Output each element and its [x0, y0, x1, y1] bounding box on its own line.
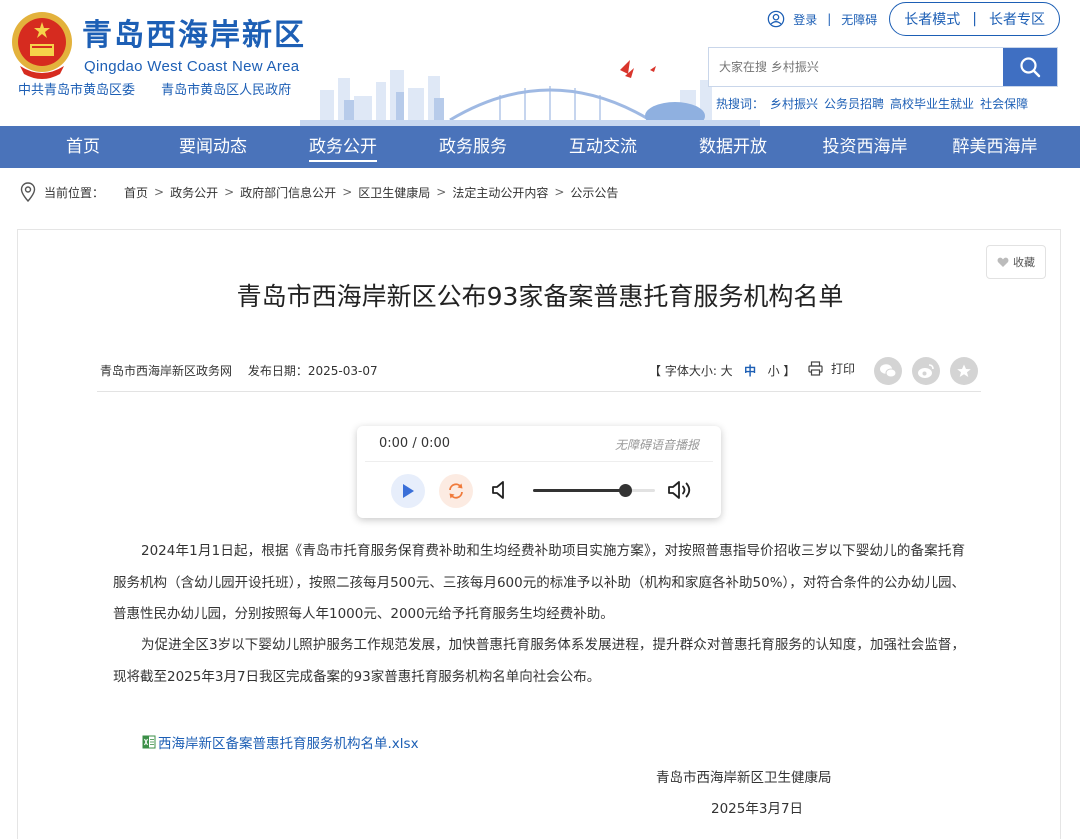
login-link[interactable]: 登录: [793, 11, 817, 28]
chevron-right-icon: >: [224, 185, 235, 199]
refresh-icon: [449, 483, 463, 499]
nav-item-scenery[interactable]: 醉美西海岸: [936, 126, 1054, 168]
font-size-large[interactable]: 【 字体大小: 大: [649, 364, 733, 378]
volume-slider-fill: [533, 489, 625, 492]
hot-search-label: 热搜词：: [716, 97, 765, 111]
nav-item-home[interactable]: 首页: [28, 126, 138, 168]
divider: [365, 461, 713, 462]
divider: [97, 391, 981, 392]
search-icon: [1020, 57, 1041, 78]
hot-word[interactable]: 社会保障: [980, 97, 1028, 111]
signature-org: 青岛市西海岸新区卫生健康局: [656, 770, 832, 786]
attachment-filename: 西海岸新区备案普惠托育服务机构名单.xlsx: [158, 736, 419, 752]
printer-icon: [808, 361, 823, 376]
site-title: 青岛西海岸新区: [82, 18, 306, 53]
elder-mode-button[interactable]: 长者模式: [904, 9, 960, 29]
breadcrumb-item[interactable]: 公示公告: [570, 184, 618, 201]
speaker-mute-icon[interactable]: [491, 479, 509, 501]
nav-item-interaction[interactable]: 互动交流: [548, 126, 658, 168]
accessibility-link[interactable]: 无障碍: [841, 11, 877, 28]
link-district-government[interactable]: 青岛市黄岛区人民政府: [161, 83, 291, 98]
site-subtitle: Qingdao West Coast New Area: [84, 58, 300, 75]
nav-label: 互动交流: [569, 137, 637, 157]
breadcrumb-label: 当前位置：: [44, 185, 105, 200]
play-button[interactable]: [391, 474, 425, 508]
font-size-small[interactable]: 小 】: [768, 364, 796, 378]
article-paragraph: 2024年1月1日起，根据《青岛市托育服务保育费补助和生均经费补助项目实施方案》…: [113, 543, 965, 622]
main-nav: 首页 要闻动态 政务公开 政务服务 互动交流 数据开放 投资西海岸 醉美西海岸: [0, 126, 1080, 168]
nav-label: 醉美西海岸: [952, 137, 1038, 157]
nav-item-news[interactable]: 要闻动态: [158, 126, 268, 168]
elder-zone-button[interactable]: 长者专区: [989, 9, 1045, 29]
nav-item-open-data[interactable]: 数据开放: [678, 126, 788, 168]
nav-label: 政务服务: [439, 137, 507, 157]
attachment-link[interactable]: 西海岸新区备案普惠托育服务机构名单.xlsx: [142, 732, 419, 752]
speaker-volume-icon[interactable]: [667, 479, 695, 501]
divider: |: [827, 12, 832, 26]
favorite-star-icon: [957, 364, 971, 377]
print-label: 打印: [831, 362, 856, 376]
chevron-right-icon: >: [154, 185, 165, 199]
breadcrumb-item[interactable]: 法定主动公开内容: [452, 184, 548, 201]
publish-date: 发布日期：2025-03-07: [247, 364, 378, 378]
site-header: 青岛西海岸新区 Qingdao West Coast New Area 中共青岛…: [0, 0, 1080, 126]
search-box: [708, 47, 1058, 87]
volume-slider-thumb[interactable]: [618, 484, 632, 497]
font-size-control: 【 字体大小: 大 中 小 】: [649, 362, 795, 379]
location-pin-icon: [20, 182, 36, 202]
chevron-right-icon: >: [554, 185, 565, 199]
weibo-icon: [918, 364, 934, 378]
nav-label: 要闻动态: [179, 137, 247, 157]
breadcrumb-item[interactable]: 政务公开: [170, 184, 218, 201]
user-icon: [767, 10, 785, 28]
org-links: 中共青岛市黄岛区委 青岛市黄岛区人民政府: [18, 83, 313, 99]
nav-label: 政务公开: [309, 137, 377, 162]
breadcrumb: 当前位置： 首页 > 政务公开 > 政府部门信息公开 > 区卫生健康局 > 法定主动公开…: [20, 178, 618, 206]
audio-player-label: 无障碍语音播报: [614, 438, 699, 452]
wechat-share-button[interactable]: [874, 357, 902, 385]
hot-word[interactable]: 公务员招聘: [824, 97, 884, 111]
favorite-button[interactable]: 收藏: [986, 245, 1046, 279]
nav-item-invest[interactable]: 投资西海岸: [806, 126, 924, 168]
font-size-medium[interactable]: 中: [744, 364, 756, 378]
article-source: 青岛市西海岸新区政务网: [100, 364, 233, 378]
breadcrumb-item[interactable]: 政府部门信息公开: [240, 184, 336, 201]
collect-share-button[interactable]: [950, 357, 978, 385]
breadcrumb-item[interactable]: 首页: [124, 184, 148, 201]
divider: |: [972, 11, 977, 27]
signature-date: 2025年3月7日: [711, 801, 804, 817]
wechat-icon: [880, 364, 897, 378]
chevron-right-icon: >: [436, 185, 447, 199]
hot-word[interactable]: 乡村振兴: [770, 97, 818, 111]
national-emblem-icon: [12, 12, 72, 79]
article-title: 青岛市西海岸新区公布93家备案普惠托育服务机构名单: [236, 282, 844, 311]
nav-label: 首页: [66, 137, 100, 157]
audio-time: 0:00 / 0:00: [379, 436, 451, 451]
audio-player: 0:00 / 0:00 无障碍语音播报: [357, 426, 721, 518]
search-button[interactable]: [1003, 48, 1057, 86]
breadcrumb-item[interactable]: 区卫生健康局: [358, 184, 430, 201]
nav-item-gov-services[interactable]: 政务服务: [418, 126, 528, 168]
article-paragraph: 为促进全区3岁以下婴幼儿照护服务工作规范发展，加快普惠托育服务体系发展进程，提升…: [113, 637, 965, 685]
top-utility-bar: 登录 | 无障碍 长者模式 | 长者专区: [767, 2, 1060, 36]
skyline-illustration: [300, 60, 760, 126]
nav-label: 投资西海岸: [822, 137, 908, 157]
weibo-share-button[interactable]: [912, 357, 940, 385]
nav-label: 数据开放: [699, 137, 767, 157]
link-party-committee[interactable]: 中共青岛市黄岛区委: [18, 83, 135, 98]
excel-file-icon: [142, 735, 156, 749]
nav-item-gov-affairs[interactable]: 政务公开: [288, 126, 398, 168]
hot-search-words: 热搜词： 乡村振兴 公务员招聘 高校毕业生就业 社会保障: [716, 95, 1034, 112]
favorite-label: 收藏: [1013, 256, 1035, 269]
play-icon: [403, 484, 414, 498]
elder-mode-pill: 长者模式 | 长者专区: [889, 2, 1060, 36]
heart-icon: [997, 257, 1009, 267]
article-meta: 青岛市西海岸新区政务网 发布日期：2025-03-07: [100, 362, 390, 379]
chevron-right-icon: >: [342, 185, 353, 199]
search-input[interactable]: [709, 48, 1003, 86]
replay-button[interactable]: [439, 474, 473, 508]
hot-word[interactable]: 高校毕业生就业: [890, 97, 974, 111]
print-button[interactable]: 打印: [808, 360, 855, 377]
volume-slider[interactable]: [533, 484, 655, 497]
